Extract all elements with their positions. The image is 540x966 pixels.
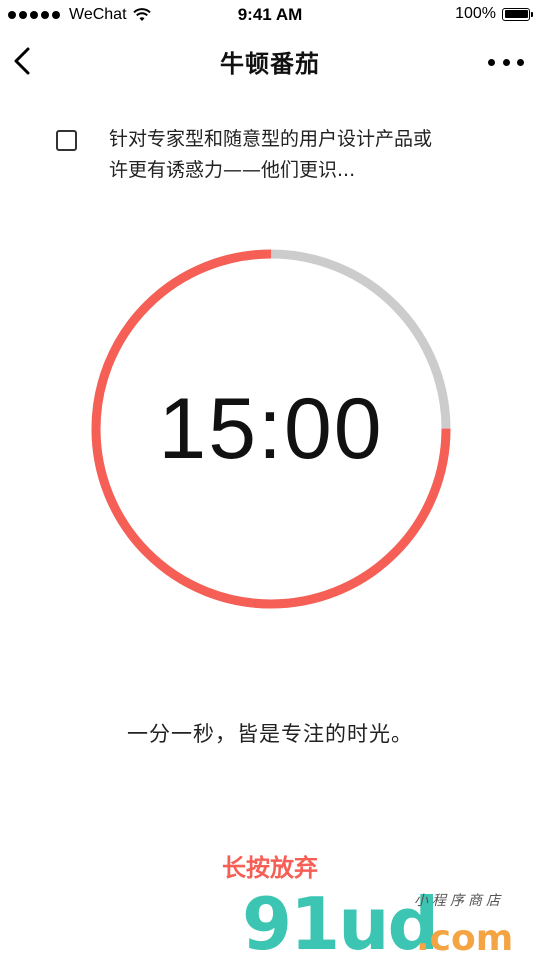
task-checkbox[interactable] xyxy=(56,130,77,151)
battery-percent: 100% xyxy=(455,5,496,22)
more-button[interactable] xyxy=(488,52,524,72)
watermark-logo: 91ud 小程序商店 .com xyxy=(238,888,538,960)
timer-display: 15:00 xyxy=(158,381,384,477)
watermark-subtitle: 小程序商店 xyxy=(414,893,504,909)
nav-bar: 牛顿番茄 xyxy=(0,30,540,92)
watermark-logo-text: 91ud xyxy=(242,882,439,966)
watermark-domain: .com xyxy=(416,918,514,959)
ellipsis-icon xyxy=(488,58,495,66)
task-row: 针对专家型和随意型的用户设计产品或许更有诱惑力——他们更识... xyxy=(56,124,496,186)
status-bar: WeChat 9:41 AM 100% xyxy=(0,0,540,30)
battery-icon xyxy=(502,7,533,21)
motto-text: 一分一秒，皆是专注的时光。 xyxy=(127,722,413,746)
page-title: 牛顿番茄 xyxy=(220,50,320,78)
task-text: 针对专家型和随意型的用户设计产品或许更有诱惑力——他们更识... xyxy=(109,128,433,181)
status-right: 100% xyxy=(455,5,533,23)
